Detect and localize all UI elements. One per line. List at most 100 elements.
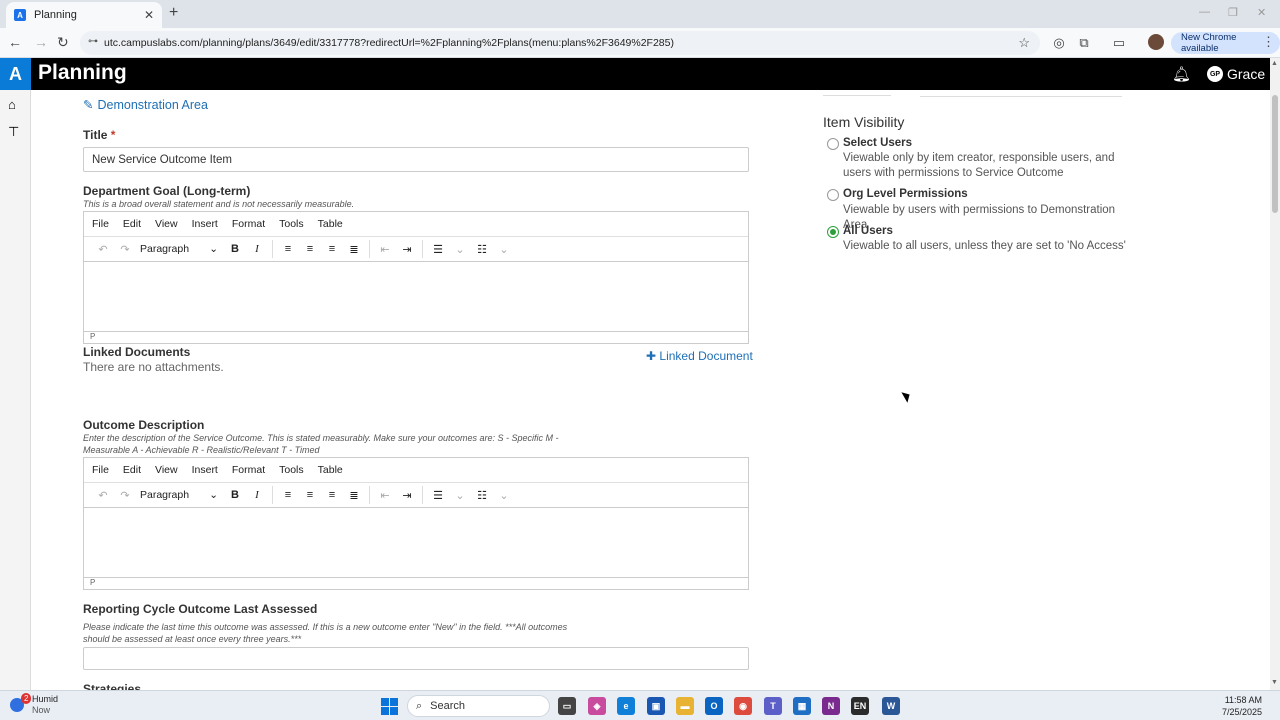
tab-close-icon[interactable]: ✕ xyxy=(144,8,154,22)
taskbar-search[interactable]: ⌕ Search xyxy=(407,695,550,717)
bullet-list-icon[interactable]: ☰ xyxy=(427,489,449,502)
align-right-icon[interactable]: ≡ xyxy=(321,489,343,501)
all-users-label[interactable]: All Users xyxy=(843,225,893,237)
justify-icon[interactable]: ≣ xyxy=(343,243,365,256)
select-users-label[interactable]: Select Users xyxy=(843,137,912,149)
bullet-list-chevron-icon[interactable]: ⌄ xyxy=(449,243,471,256)
redo-icon[interactable]: ↷ xyxy=(114,489,136,502)
bold-button[interactable]: B xyxy=(224,489,246,501)
align-left-icon[interactable]: ≡ xyxy=(277,489,299,501)
title-input[interactable]: New Service Outcome Item xyxy=(83,147,749,172)
bullet-list-chevron-icon[interactable]: ⌄ xyxy=(449,489,471,502)
back-icon[interactable]: ← xyxy=(8,34,22,50)
select-users-radio[interactable] xyxy=(827,138,839,150)
store-icon[interactable]: ▣ xyxy=(647,697,665,715)
bold-button[interactable]: B xyxy=(224,243,246,255)
menu-edit[interactable]: Edit xyxy=(123,464,141,476)
chrome-icon[interactable]: ◉ xyxy=(734,697,752,715)
user-name[interactable]: Grace xyxy=(1227,66,1265,82)
menu-view[interactable]: View xyxy=(155,218,178,230)
numbered-list-icon[interactable]: ☷ xyxy=(471,489,493,502)
justify-icon[interactable]: ≣ xyxy=(343,489,365,502)
org-level-permissions-label[interactable]: Org Level Permissions xyxy=(843,188,968,200)
onenote-icon[interactable]: N xyxy=(822,697,840,715)
forward-icon[interactable]: → xyxy=(34,34,48,50)
address-bar[interactable]: ⊶ utc.campuslabs.com/planning/plans/3649… xyxy=(80,31,1040,55)
edge-icon[interactable]: e xyxy=(617,697,635,715)
language-icon[interactable]: EN xyxy=(851,697,869,715)
redo-icon[interactable]: ↷ xyxy=(114,243,136,256)
scroll-up-icon[interactable]: ▲ xyxy=(1271,60,1278,67)
cast-icon[interactable]: ▭ xyxy=(1111,35,1127,51)
notifications-bell-icon[interactable]: 🔔︎ xyxy=(1172,65,1191,83)
outdent-icon[interactable]: ⇤ xyxy=(374,489,396,502)
org-level-permissions-radio[interactable] xyxy=(827,189,839,201)
italic-button[interactable]: I xyxy=(246,243,268,255)
app-grid-icon[interactable]: ▦ xyxy=(793,697,811,715)
undo-icon[interactable]: ↶ xyxy=(92,243,114,256)
search-icon: ⌕ xyxy=(416,699,423,712)
menu-format[interactable]: Format xyxy=(232,218,265,230)
indent-icon[interactable]: ⇥ xyxy=(396,489,418,502)
file-explorer-icon[interactable]: ▬ xyxy=(676,697,694,715)
add-linked-document-button[interactable]: ✚ Linked Document xyxy=(646,349,753,363)
demonstration-area-link[interactable]: ✎ Demonstration Area xyxy=(83,97,208,112)
page-scrollbar[interactable]: ▲ ▼ xyxy=(1270,58,1280,690)
numbered-list-chevron-icon[interactable]: ⌄ xyxy=(493,243,515,256)
chrome-menu-icon[interactable]: ⋮ xyxy=(1262,34,1275,50)
profile-avatar[interactable] xyxy=(1148,34,1164,50)
minimize-icon[interactable]: — xyxy=(1199,6,1210,18)
task-view-icon[interactable]: ▭ xyxy=(558,697,576,715)
menu-view[interactable]: View xyxy=(155,464,178,476)
menu-insert[interactable]: Insert xyxy=(192,464,218,476)
menu-table[interactable]: Table xyxy=(318,464,343,476)
menu-file[interactable]: File xyxy=(92,218,109,230)
menu-tools[interactable]: Tools xyxy=(279,464,304,476)
outdent-icon[interactable]: ⇤ xyxy=(374,243,396,256)
menu-tools[interactable]: Tools xyxy=(279,218,304,230)
numbered-list-chevron-icon[interactable]: ⌄ xyxy=(493,489,515,502)
menu-format[interactable]: Format xyxy=(232,464,265,476)
assistant-icon[interactable]: ◎ xyxy=(1051,35,1067,51)
hierarchy-icon[interactable]: ⊤ xyxy=(8,124,19,140)
windows-start-icon[interactable] xyxy=(381,698,398,715)
new-tab-icon[interactable]: + xyxy=(169,4,178,22)
numbered-list-icon[interactable]: ☷ xyxy=(471,243,493,256)
block-format-select[interactable]: Paragraph ⌄ xyxy=(136,489,218,501)
reload-icon[interactable]: ↻ xyxy=(57,34,69,51)
scroll-down-icon[interactable]: ▼ xyxy=(1271,679,1278,686)
browser-tab-planning[interactable]: A Planning ✕ xyxy=(6,2,162,28)
align-right-icon[interactable]: ≡ xyxy=(321,243,343,255)
menu-edit[interactable]: Edit xyxy=(123,218,141,230)
home-icon[interactable]: ⌂ xyxy=(8,97,16,112)
menu-table[interactable]: Table xyxy=(318,218,343,230)
restore-icon[interactable]: ❐ xyxy=(1228,6,1238,19)
italic-button[interactable]: I xyxy=(246,489,268,501)
align-center-icon[interactable]: ≡ xyxy=(299,489,321,501)
editor-content-area[interactable] xyxy=(84,509,748,579)
extensions-icon[interactable]: ⧉ xyxy=(1076,35,1092,51)
user-avatar[interactable]: GP xyxy=(1207,66,1223,82)
block-format-select[interactable]: Paragraph ⌄ xyxy=(136,243,218,255)
tab-title: Planning xyxy=(34,9,77,21)
align-left-icon[interactable]: ≡ xyxy=(277,243,299,255)
copilot-icon[interactable]: ◈ xyxy=(588,697,606,715)
site-info-icon[interactable]: ⊶ xyxy=(88,36,98,47)
anthology-logo-icon[interactable]: A xyxy=(0,58,31,90)
bullet-list-icon[interactable]: ☰ xyxy=(427,243,449,256)
editor-content-area[interactable] xyxy=(84,263,748,333)
reporting-cycle-input[interactable] xyxy=(83,647,749,670)
window-close-icon[interactable]: ✕ xyxy=(1257,6,1266,19)
menu-insert[interactable]: Insert xyxy=(192,218,218,230)
indent-icon[interactable]: ⇥ xyxy=(396,243,418,256)
word-icon[interactable]: W xyxy=(882,697,900,715)
align-center-icon[interactable]: ≡ xyxy=(299,243,321,255)
menu-file[interactable]: File xyxy=(92,464,109,476)
teams-icon[interactable]: T xyxy=(764,697,782,715)
system-clock[interactable]: 11:58 AM 7/25/2025 xyxy=(1222,694,1262,718)
outlook-icon[interactable]: O xyxy=(705,697,723,715)
all-users-radio[interactable] xyxy=(827,226,839,238)
bookmark-star-icon[interactable]: ☆ xyxy=(1018,35,1030,51)
undo-icon[interactable]: ↶ xyxy=(92,489,114,502)
scrollbar-thumb[interactable] xyxy=(1272,95,1278,213)
